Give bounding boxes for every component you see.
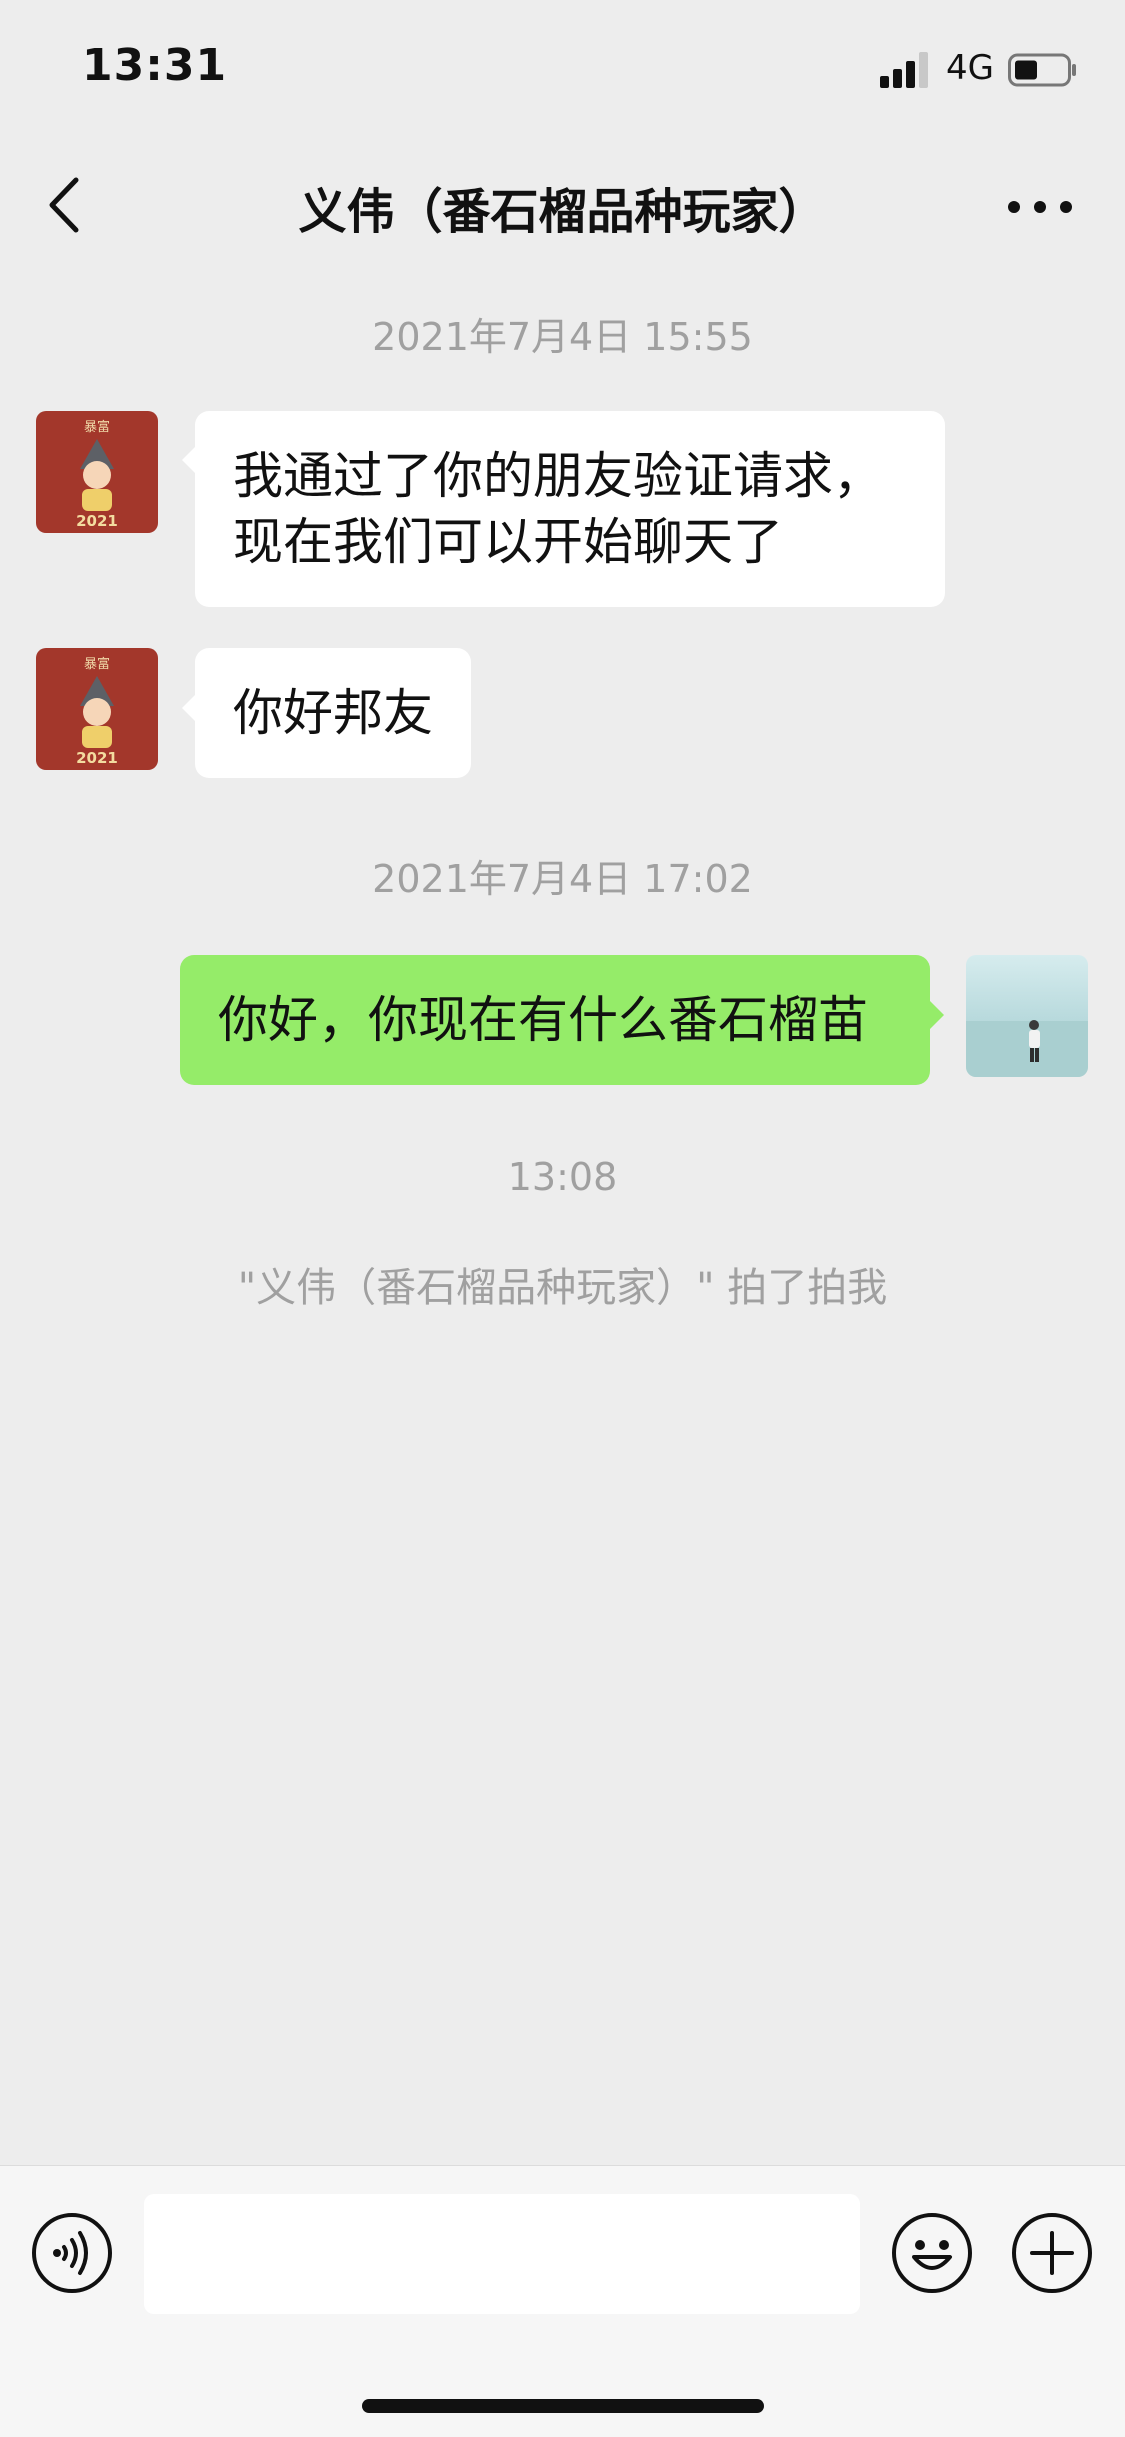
avatar-badge-text: 暴富 <box>84 419 110 435</box>
avatar-badge-text: 暴富 <box>84 656 110 672</box>
user-avatar-image <box>966 955 1088 1077</box>
bubble-tail <box>930 1001 944 1029</box>
status-time: 13:31 <box>82 40 228 91</box>
user-avatar[interactable] <box>966 955 1088 1077</box>
message-timestamp: 2021年7月4日 17:02 <box>372 857 753 901</box>
avatar-year-text: 2021 <box>76 749 118 767</box>
more-dots-icon[interactable] <box>1000 182 1080 232</box>
message-timestamp: 2021年7月4日 15:55 <box>372 315 753 359</box>
voice-icon[interactable] <box>30 2211 114 2295</box>
contact-avatar[interactable]: 暴富 2021 <box>36 648 158 770</box>
plus-icon[interactable] <box>1010 2211 1094 2295</box>
emoji-icon[interactable] <box>890 2211 974 2295</box>
chat-title: 义伟（番石榴品种玩家） <box>298 184 827 240</box>
bubble-tail <box>182 694 196 722</box>
bubble-tail <box>182 446 196 474</box>
chevron-left-icon[interactable] <box>38 170 98 240</box>
message-timestamp: 13:08 <box>507 1155 618 1199</box>
contact-avatar-image: 暴富 2021 <box>36 411 158 533</box>
chat-header: 义伟（番石榴品种玩家） <box>0 140 1125 270</box>
incoming-message-bubble[interactable]: 你好邦友 <box>195 648 471 778</box>
avatar-year-text: 2021 <box>76 512 118 530</box>
pat-system-message: "义伟（番石榴品种玩家）" 拍了拍我 <box>237 1265 888 1311</box>
chat-input-bar <box>0 2165 1125 2437</box>
contact-avatar-image: 暴富 2021 <box>36 648 158 770</box>
message-input[interactable] <box>144 2194 860 2314</box>
network-label: 4G <box>946 48 994 88</box>
battery-icon <box>1008 53 1076 87</box>
status-bar: 13:31 4G <box>0 0 1125 140</box>
incoming-message-bubble[interactable]: 我通过了你的朋友验证请求，现在我们可以开始聊天了 <box>195 411 945 607</box>
home-indicator[interactable] <box>362 2399 764 2413</box>
outgoing-message-bubble[interactable]: 你好，你现在有什么番石榴苗 <box>180 955 930 1085</box>
contact-avatar[interactable]: 暴富 2021 <box>36 411 158 533</box>
signal-bars-icon <box>880 52 928 88</box>
